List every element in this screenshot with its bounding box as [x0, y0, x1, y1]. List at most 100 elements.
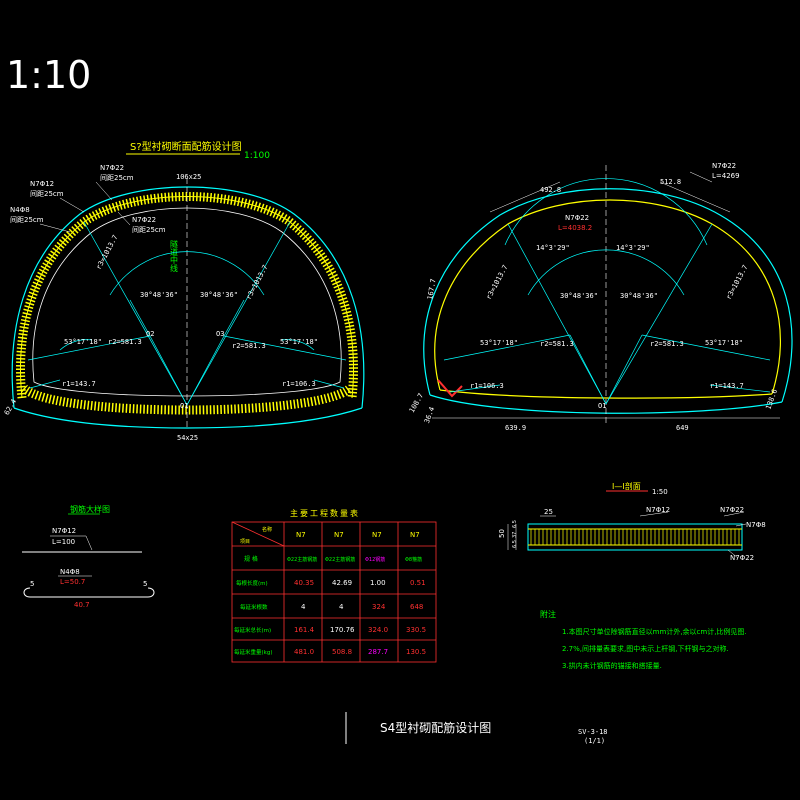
table-cell-r3c3: 324.0: [368, 626, 388, 634]
left-bar-label-4: N4Φ8: [10, 206, 30, 214]
section-detail-scale: 1:50: [652, 488, 668, 496]
section-dim-side: 50: [498, 529, 506, 538]
section-detail: I—I剖面 1:50 25 50 6.5 37 6.5 N7Φ12 N7Φ22 …: [498, 481, 766, 562]
table-cell-r3c1: 161.4: [294, 626, 315, 634]
section-label-2: N7Φ22: [720, 506, 744, 514]
left-point-o1: O1: [180, 402, 188, 410]
scale-label: 1:10: [6, 53, 91, 97]
left-bottom-dim: 54x25: [177, 434, 198, 442]
section-dim-top: 25: [544, 508, 553, 516]
left-bar-spacing-3: 间距25cm: [132, 226, 166, 234]
bar-detail-title: 钢筋大样图: [70, 504, 110, 514]
left-radius-2: r3=1013.7: [245, 264, 270, 301]
notes-item-3: 3.拱内未计钢筋的锚接和搭接量.: [562, 661, 662, 670]
section-label-4: N7Φ22: [730, 554, 754, 562]
left-bar-label-3: N7Φ22: [132, 216, 156, 224]
footer-code: SV-3-18: [578, 728, 608, 736]
table-row-label-2: 每根长度(m): [236, 579, 268, 587]
right-angle-6: 53°17'18": [705, 339, 743, 347]
right-angle-5: 53°17'18": [480, 339, 518, 347]
bar-detail: 钢筋大样图 N7Φ12 L=100 N4Φ8 L=50.7 5 5 40.7: [22, 504, 155, 609]
right-radius-2: r3=1013.7: [725, 264, 750, 301]
table-col-3: N7: [372, 531, 382, 539]
section-stirrups: [530, 529, 740, 545]
bar-n7-label: N7Φ12: [52, 527, 76, 535]
notes-item-1: 1.本图尺寸单位除钢筋直径以mm计外,余以cm计,比例见图.: [562, 627, 747, 636]
table-cell-r2c1: 4: [301, 603, 306, 611]
section-detail-title: I—I剖面: [612, 481, 641, 491]
table-spec-1: Φ22主筋钢筋: [287, 556, 317, 563]
left-outer-outline: [11, 186, 365, 409]
left-radius-5: r1=143.7: [62, 380, 96, 388]
right-dim-1: 492.8: [540, 186, 561, 194]
left-invert-outline: [13, 407, 363, 429]
table-cell-r4c4: 130.5: [406, 648, 426, 656]
table-row-label-4: 每延米总长(m): [234, 626, 271, 634]
table-col-4: N7: [410, 531, 420, 539]
right-section: 492.8 512.8 N7Φ22 L=4269 N7Φ22 L=4038.2 …: [408, 162, 793, 432]
table-cell-r2c4: 648: [410, 603, 423, 611]
table-cell-r1c3: 1.00: [370, 579, 386, 587]
table-cell-r2c3: 324: [372, 603, 386, 611]
table-spec-3: Φ12钢筋: [365, 556, 385, 563]
bar-n7-len: L=100: [52, 538, 75, 546]
right-angle-2: 14°3'29": [616, 244, 650, 252]
table-spec-4: Φ8箍筋: [405, 556, 422, 563]
table-cell-r4c3: 287.7: [368, 648, 388, 656]
left-point-o3: O3: [216, 330, 224, 338]
right-radius-4: r1=143.7: [710, 382, 744, 390]
bar-hook-left: 5: [30, 580, 34, 588]
left-section-scale: 1:100: [244, 151, 270, 161]
right-angle-4: 30°48'36": [620, 292, 658, 300]
table-cell-r2c2: 4: [339, 603, 344, 611]
table-corner-bottom: 项目: [240, 539, 250, 545]
table-cell-r1c4: 0.51: [410, 579, 426, 587]
left-bar-label-2: N7Φ12: [30, 180, 54, 188]
bar-n4-label: N4Φ8: [60, 568, 80, 576]
table-cell-r4c2: 508.8: [332, 648, 352, 656]
table-corner-top: 名称: [262, 526, 272, 533]
section-label-3: N7Φ8: [746, 521, 766, 529]
footer: S4型衬砌配筋设计图 SV-3-18 (1/1): [345, 712, 608, 745]
left-angle-4: 53°17'18": [280, 338, 318, 346]
drawing-canvas: 1:10 S?型衬砌断面配筋设计图 1:100 隧道中线 106x25 54x2…: [3, 53, 793, 745]
right-bar-top-len: L=4269: [712, 172, 740, 180]
table-cell-r3c4: 330.5: [406, 626, 426, 634]
right-corner-b: 36.4: [423, 406, 436, 425]
right-bar-mid-len: L=4038.2: [558, 224, 592, 232]
left-radius-1: r3=1013.7: [95, 234, 120, 271]
left-radius-4: r2=581.3: [232, 342, 266, 350]
left-radius-3: r2=581.3: [108, 338, 142, 346]
notes: 附注 1.本图尺寸单位除钢筋直径以mm计外,余以cm计,比例见图. 2.7%,间…: [540, 609, 747, 670]
section-label-1: N7Φ12: [646, 506, 670, 514]
bar-n4-len: L=50.7: [60, 578, 85, 586]
quantity-table: 主要工程数量表 名称 项目 N7 N7 N7 N7 规 格 每根长度(m) 每延…: [231, 508, 437, 663]
section-dim-small-3: 6.5: [512, 540, 518, 548]
table-col-2: N7: [334, 531, 344, 539]
table-cell-r1c2: 42.69: [332, 579, 352, 587]
table-cell-r3c2: 170.76: [330, 626, 355, 634]
left-center-text: 隧道中线: [170, 239, 179, 272]
left-bar-spacing-1: 间距25cm: [100, 174, 134, 182]
left-point-o2: O2: [146, 330, 154, 338]
left-section: S?型衬砌断面配筋设计图 1:100 隧道中线 106x25 54x25 N7Φ…: [3, 140, 365, 442]
table-col-1: N7: [296, 531, 306, 539]
left-top-dim: 106x25: [176, 173, 201, 181]
right-side-left: 167.7: [426, 278, 438, 300]
bar-n7-leader-2: [85, 535, 93, 551]
bar-hook-right: 5: [143, 580, 147, 588]
left-section-title: S?型衬砌断面配筋设计图: [130, 140, 242, 153]
table-row-label-3: 每延米根数: [240, 603, 268, 611]
table-grid: [231, 521, 437, 663]
right-radius-3: r1=106.3: [470, 382, 504, 390]
left-bar-label-1: N7Φ22: [100, 164, 124, 172]
right-radius-6: r2=581.3: [650, 340, 684, 348]
left-corner-dim: 62.4: [3, 398, 18, 417]
footer-title: S4型衬砌配筋设计图: [380, 720, 491, 735]
left-angle-2: 30°48'36": [200, 291, 238, 299]
left-bar-spacing-2: 间距25cm: [30, 190, 64, 198]
footer-page: (1/1): [584, 737, 605, 745]
right-angle-1: 14°3'29": [536, 244, 570, 252]
table-title: 主要工程数量表: [290, 508, 360, 518]
right-dim-2: 512.8: [660, 178, 681, 186]
